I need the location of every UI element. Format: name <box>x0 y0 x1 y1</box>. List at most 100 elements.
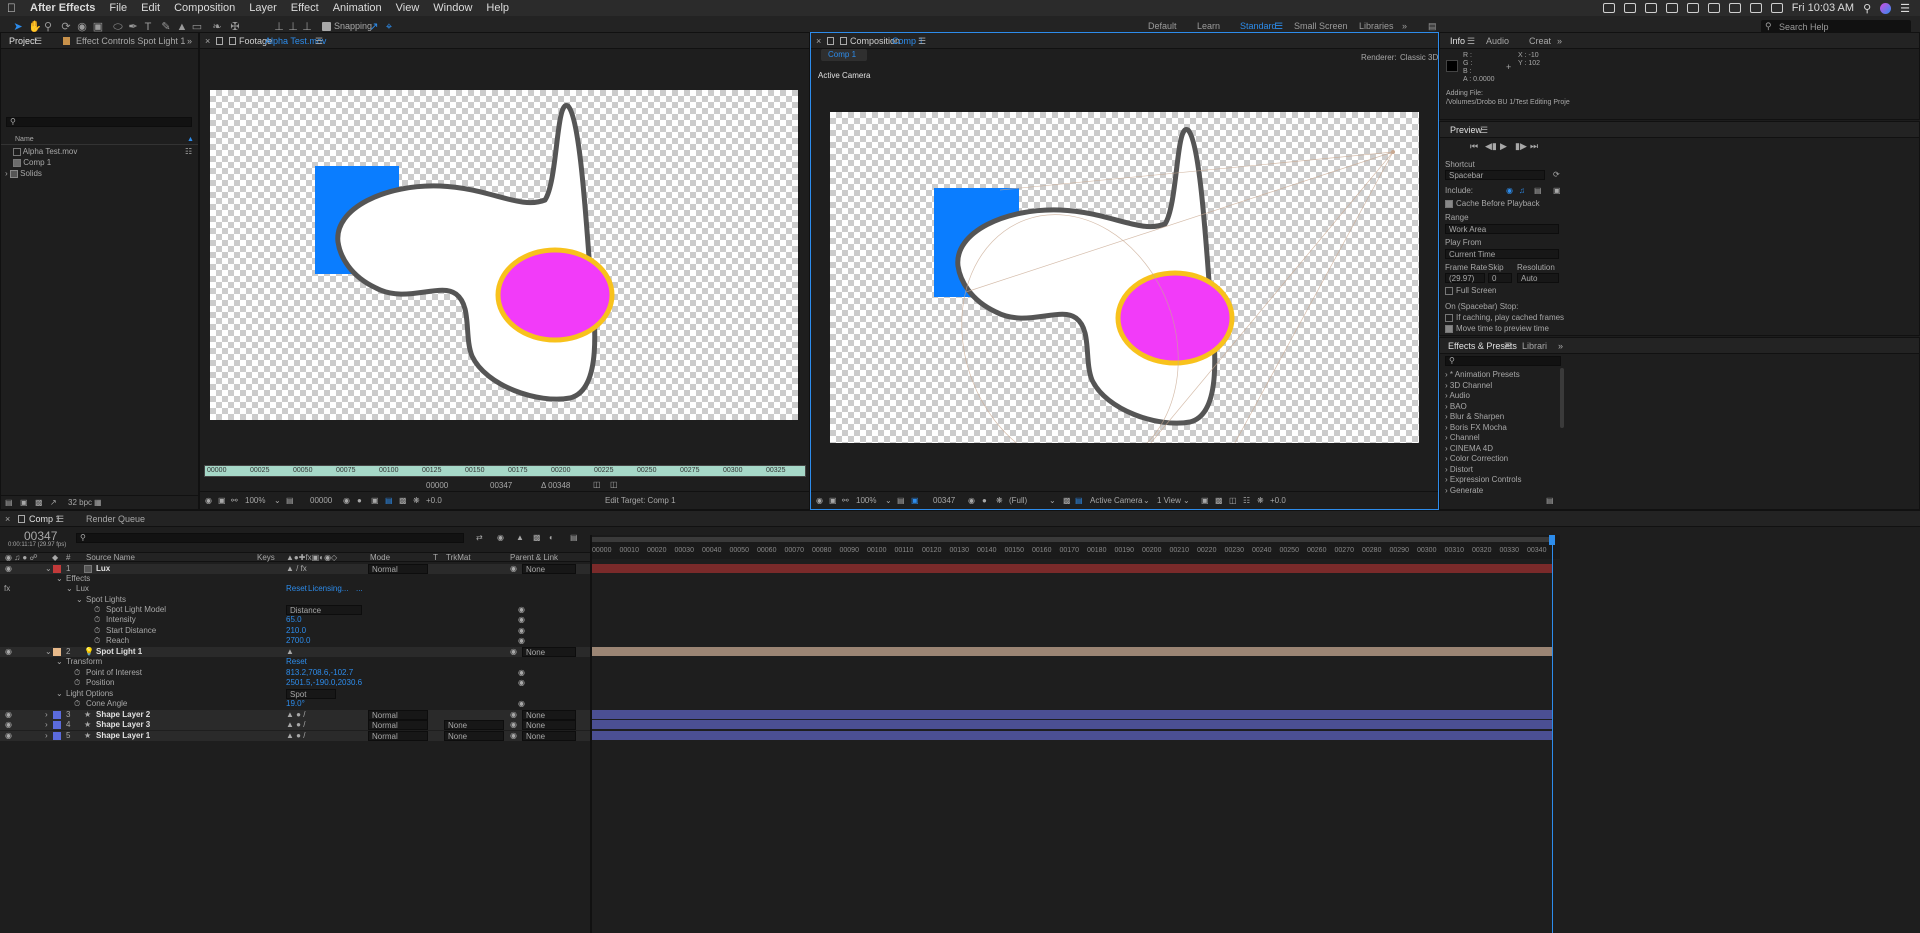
siri-icon[interactable] <box>1880 2 1892 14</box>
effects-menu-icon[interactable]: ☰ <box>1504 341 1512 352</box>
workspace-menu-icon[interactable]: ☰ <box>1275 21 1283 32</box>
layer-bar-spot-light[interactable] <box>592 647 1552 656</box>
comp-zoom[interactable]: 100% <box>856 496 876 505</box>
trkmat-dropdown[interactable]: None <box>444 720 504 730</box>
menu-composition[interactable]: Composition <box>167 2 242 14</box>
footage-time-ruler[interactable]: 00000 00025 00050 00075 00100 00125 00150 00175… <box>204 465 806 477</box>
menu-layer[interactable]: Layer <box>242 2 284 14</box>
workspace-standard[interactable]: Standard <box>1240 21 1277 31</box>
comp-menu-icon[interactable]: ☰ <box>918 36 926 47</box>
stopwatch-icon[interactable]: ⏱ <box>94 626 100 636</box>
label-peach-swatch[interactable] <box>53 648 61 656</box>
expression-icon[interactable]: ◉ <box>518 626 525 636</box>
expression-icon[interactable]: ◉ <box>518 615 525 625</box>
bpc-label[interactable]: 32 bpc <box>68 498 92 507</box>
exposure-icon[interactable]: ❋ <box>413 496 420 505</box>
flowchart-view-icon[interactable]: ☷ <box>1243 496 1250 505</box>
position-value[interactable]: 2501.5,-190.0,2030.6 <box>286 678 362 688</box>
col-keys[interactable]: Keys <box>257 553 275 563</box>
expression-icon[interactable]: ◉ <box>518 636 525 646</box>
menu-view[interactable]: View <box>389 2 427 14</box>
out-point[interactable]: 00347 <box>490 481 512 490</box>
include-audio-icon[interactable]: ♫ <box>1519 186 1525 195</box>
tab-project[interactable]: Project <box>9 36 37 46</box>
effects-group-row[interactable]: ⌄ Effects <box>0 574 590 584</box>
stopwatch-icon[interactable]: ⏱ <box>94 615 100 625</box>
timeline-link-icon[interactable]: ◫ <box>1229 496 1237 505</box>
col-t[interactable]: T <box>433 553 438 563</box>
light-options-row[interactable]: ⌄ Light Options Spot <box>0 689 590 699</box>
effects-search-input[interactable]: ⚲ <box>1445 356 1561 366</box>
menu-animation[interactable]: Animation <box>326 2 389 14</box>
adjust-settings-icon[interactable]: ↗ <box>50 498 57 507</box>
mode-dropdown[interactable]: Normal <box>368 720 428 730</box>
footage-viewer[interactable] <box>210 90 798 420</box>
pick-whip-icon[interactable]: ◉ <box>510 710 517 720</box>
trash-icon[interactable]: ▦ <box>94 498 102 507</box>
layer-row-shape-1[interactable]: ◉ › 5 ★ Shape Layer 1 ▲ ● / Normal None … <box>0 731 590 741</box>
av-features-icon[interactable]: ◉ ♫ ● ☍ <box>5 553 38 563</box>
layer-name[interactable]: Spot Light 1 <box>96 647 142 657</box>
visibility-eye-icon[interactable]: ◉ <box>5 647 12 657</box>
twirl-closed-icon[interactable]: › <box>45 731 48 741</box>
toggle-pixel-icon[interactable]: ▣ <box>1201 496 1209 505</box>
comp-timecode[interactable]: 00347 <box>933 496 955 505</box>
external-video-icon[interactable]: ▣ <box>1553 186 1561 195</box>
col-trkmat[interactable]: TrkMat <box>446 553 471 563</box>
color-management-icon[interactable]: ❋ <box>996 496 1003 505</box>
start-distance-row[interactable]: ⏱ Start Distance 210.0 ◉ <box>0 626 590 636</box>
twirl-icon[interactable]: ⌄ <box>66 584 73 594</box>
comp-views[interactable]: 1 View <box>1157 496 1181 505</box>
menu-effect[interactable]: Effect <box>284 2 326 14</box>
switches-icons[interactable]: ▲●✚fx▣◐◉◇ <box>286 553 337 563</box>
fx-icon[interactable]: fx <box>4 584 10 594</box>
toggle-mask-icon[interactable]: ▣ <box>371 496 379 505</box>
region-of-interest-icon[interactable]: ▣ <box>218 496 226 505</box>
ripple-insert-icon[interactable]: ◫ <box>593 480 601 489</box>
menu-help[interactable]: Help <box>479 2 516 14</box>
col-parent-link[interactable]: Parent & Link <box>510 553 558 563</box>
layer-switches-icon[interactable]: ▲ ● / <box>286 720 305 730</box>
layer-switches-icon[interactable]: ▲ ● / <box>286 710 305 720</box>
workspace-learn[interactable]: Learn <box>1197 21 1220 31</box>
tab-libraries[interactable]: Librari <box>1522 341 1547 351</box>
stopwatch-icon[interactable]: ⏱ <box>94 636 100 646</box>
label-blue-swatch[interactable] <box>53 711 61 719</box>
light-type-dropdown[interactable]: Spot <box>286 689 336 699</box>
tab-audio[interactable]: Audio <box>1486 36 1509 46</box>
effects-category-item[interactable]: › Expression Controls <box>1445 475 1521 484</box>
include-overlays-icon[interactable]: ▤ <box>1534 186 1542 195</box>
interpret-footage-icon[interactable]: ▤ <box>5 498 13 507</box>
prev-frame-icon[interactable]: ◀▮ <box>1485 141 1497 152</box>
comp-vr-icon[interactable]: ⚯ <box>842 496 849 505</box>
effects-category-item[interactable]: › * Animation Presets <box>1445 370 1520 379</box>
comp-mask-icon[interactable]: ▣ <box>911 496 919 505</box>
screen-icon[interactable] <box>1602 3 1615 13</box>
airplay-icon[interactable] <box>1728 3 1741 13</box>
comp-resolution[interactable]: (Full) <box>1009 496 1027 505</box>
comp-snapshot-icon[interactable]: ◉ <box>968 496 975 505</box>
layer-switches-icon[interactable]: ▲ ● / <box>286 731 305 741</box>
mode-dropdown[interactable]: Normal <box>368 731 428 741</box>
label-column-icon[interactable]: ◆ <box>52 553 58 563</box>
close-footage-icon[interactable]: × <box>205 36 210 46</box>
project-search-input[interactable]: ⚲ <box>6 117 192 127</box>
apple-icon[interactable]:  <box>0 1 23 15</box>
layer-row-spot-light[interactable]: ◉ ⌄ 2 💡 Spot Light 1 ▲ ◉ None <box>0 647 590 657</box>
start-distance-value[interactable]: 210.0 <box>286 626 306 636</box>
resolution-dropdown-icon[interactable]: ⌄ <box>1049 496 1056 505</box>
in-point[interactable]: 00000 <box>426 481 448 490</box>
workspace-default[interactable]: Default <box>1148 21 1177 31</box>
cache-checkbox[interactable] <box>1445 199 1453 208</box>
transform-group-row[interactable]: ⌄ Transform Reset <box>0 657 590 667</box>
intensity-row[interactable]: ⏱ Intensity 65.0 ◉ <box>0 615 590 625</box>
preview-title[interactable]: Preview <box>1450 125 1482 135</box>
pick-whip-icon[interactable]: ◉ <box>510 731 517 741</box>
play-from-dropdown[interactable]: Current Time <box>1445 249 1559 259</box>
spot-light-model-row[interactable]: ⏱ Spot Light Model Distance ◉ <box>0 605 590 615</box>
twirl-icon[interactable]: ⌄ <box>56 574 63 584</box>
fit-icon[interactable]: ▤ <box>286 496 294 505</box>
effects-category-item[interactable]: › 3D Channel <box>1445 381 1492 390</box>
footage-menu-icon[interactable]: ☰ <box>315 36 323 47</box>
col-num[interactable]: # <box>66 553 70 563</box>
